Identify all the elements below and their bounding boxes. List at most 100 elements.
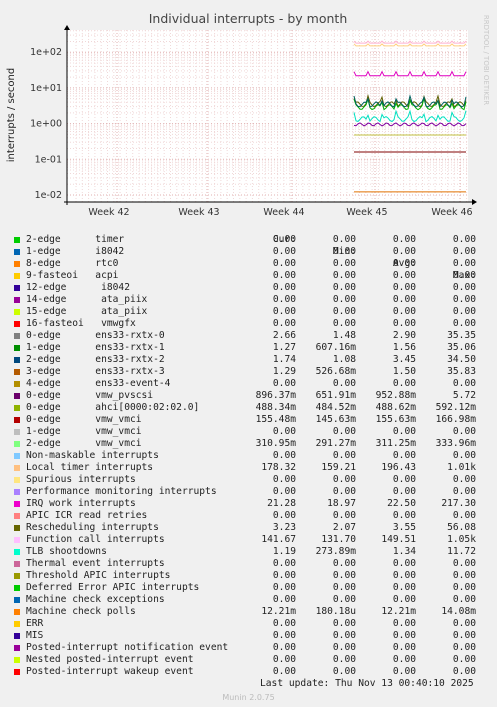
legend-max: 56.08 <box>447 522 476 533</box>
legend-max: 35.83 <box>447 366 476 377</box>
legend: Cur: Min: Avg: Max: 2-edge timer 0.00 0.00… <box>0 222 497 678</box>
legend-row: 1-edge i8042 0.00 0.00 0.00 0.00 <box>0 246 497 258</box>
legend-max: 0.00 <box>452 582 476 593</box>
legend-swatch <box>14 657 20 663</box>
legend-max: 0.00 <box>452 642 476 653</box>
legend-row: 1-edge ens33-rxtx-1 1.27 607.16m 1.56 35.06 <box>0 342 497 354</box>
legend-label: Spurious interrupts <box>26 474 136 485</box>
legend-max: 0.00 <box>452 450 476 461</box>
legend-label: 9-fasteoi acpi <box>26 270 119 281</box>
legend-label: 2-edge ens33-rxtx-2 <box>26 354 165 365</box>
legend-row: 14-edge ata_piix 0.00 0.00 0.00 0.00 <box>0 294 497 306</box>
legend-max: 0.00 <box>452 570 476 581</box>
chart-title: Individual interrupts - by month <box>149 11 348 26</box>
legend-swatch <box>14 333 20 339</box>
legend-swatch <box>14 585 20 591</box>
legend-max: 5.72 <box>452 390 476 401</box>
legend-max: 0.00 <box>452 558 476 569</box>
legend-row: Posted-interrupt wakeup event 0.00 0.00 0.0… <box>0 666 497 678</box>
legend-label: 3-edge ens33-rxtx-3 <box>26 366 165 377</box>
legend-swatch <box>14 609 20 615</box>
legend-row: Performance monitoring interrupts 0.00 0.0… <box>0 486 497 498</box>
legend-row: 15-edge ata_piix 0.00 0.00 0.00 0.00 <box>0 306 497 318</box>
legend-label: Thermal event interrupts <box>26 558 165 569</box>
legend-swatch <box>14 309 20 315</box>
legend-max: 166.98m <box>435 414 476 425</box>
legend-row: MIS 0.00 0.00 0.00 0.00 <box>0 630 497 642</box>
legend-row: APIC ICR read retries 0.00 0.00 0.00 0.00 <box>0 510 497 522</box>
legend-row: 0-edge vmw_vmci 155.48m 145.63m 155.63m 166.… <box>0 414 497 426</box>
legend-swatch <box>14 621 20 627</box>
legend-max: 0.00 <box>452 378 476 389</box>
legend-max: 0.00 <box>452 282 476 293</box>
y-tick-label: 1e+00 <box>30 119 62 130</box>
legend-swatch <box>14 513 20 519</box>
legend-row: Thermal event interrupts 0.00 0.00 0.00 0.00 <box>0 558 497 570</box>
last-update: Last update: Thu Nov 13 00:40:10 2025 <box>260 678 474 689</box>
legend-max: 35.35 <box>447 330 476 341</box>
x-tick-label: Week 43 <box>178 207 219 218</box>
legend-label: 0-edge vmw_vmci <box>26 414 142 425</box>
legend-row: Deferred Error APIC interrupts 0.00 0.00 0.… <box>0 582 497 594</box>
legend-swatch <box>14 297 20 303</box>
x-tick-label: Week 44 <box>263 207 304 218</box>
legend-max: 0.00 <box>452 486 476 497</box>
legend-swatch <box>14 537 20 543</box>
legend-label: TLB shootdowns <box>26 546 107 557</box>
legend-max: 0.00 <box>452 666 476 677</box>
chart: 1e-02 1e-01 1e+00 1e+01 1e+02 Week 42 Week 43… <box>6 11 490 218</box>
legend-label: Function call interrupts <box>26 534 165 545</box>
legend-label: APIC ICR read retries <box>26 510 148 521</box>
legend-swatch <box>14 321 20 327</box>
legend-max: 0.00 <box>452 246 476 257</box>
legend-max: 0.00 <box>452 270 476 281</box>
legend-label: ERR <box>26 618 44 629</box>
legend-label: IRQ work interrupts <box>26 498 136 509</box>
legend-swatch <box>14 573 20 579</box>
legend-label: Posted-interrupt wakeup event <box>26 666 194 677</box>
legend-label: 0-edge ahci[0000:02:02.0] <box>26 402 200 413</box>
legend-max: 0.00 <box>452 258 476 269</box>
legend-label: MIS <box>26 630 44 641</box>
legend-row: TLB shootdowns 1.19 273.89m 1.34 11.72 <box>0 546 497 558</box>
legend-row: Function call interrupts 141.67 131.70 149.… <box>0 534 497 546</box>
legend-swatch <box>14 369 20 375</box>
legend-max: 0.00 <box>452 630 476 641</box>
legend-label: Local timer interrupts <box>26 462 154 473</box>
legend-row: 3-edge ens33-rxtx-3 1.29 526.68m 1.50 35.83 <box>0 366 497 378</box>
legend-row: Nested posted-interrupt event 0.00 0.00 0.0… <box>0 654 497 666</box>
watermark: RRDTOOL / TOBI OETIKER <box>482 15 490 105</box>
legend-label: 1-edge ens33-rxtx-1 <box>26 342 165 353</box>
legend-row: 12-edge i8042 0.00 0.00 0.00 0.00 <box>0 282 497 294</box>
y-tick-labels: 1e-02 1e-01 1e+00 1e+01 1e+02 <box>30 47 62 201</box>
legend-row: 0-edge ahci[0000:02:02.0] 488.34m 484.52m 4… <box>0 402 497 414</box>
legend-label: Non-maskable interrupts <box>26 450 159 461</box>
legend-row: 0-edge vmw_pvscsi 896.37m 651.91m 952.88m 5.… <box>0 390 497 402</box>
y-tick-label: 1e+01 <box>30 83 62 94</box>
munin-version: Munin 2.0.75 <box>222 693 275 702</box>
legend-swatch <box>14 477 20 483</box>
legend-label: Deferred Error APIC interrupts <box>26 582 200 593</box>
legend-max: 217.30 <box>441 498 476 509</box>
legend-swatch <box>14 417 20 423</box>
legend-label: 2-edge vmw_vmci <box>26 438 142 449</box>
legend-rows: 2-edge timer 0.00 0.00 0.00 0.00 1-edge i8042… <box>0 234 497 678</box>
x-tick-label: Week 46 <box>431 207 472 218</box>
legend-swatch <box>14 393 20 399</box>
legend-label: 1-edge i8042 <box>26 246 125 257</box>
legend-label: Nested posted-interrupt event <box>26 654 194 665</box>
legend-header: Cur: Min: Avg: Max: <box>0 222 497 281</box>
legend-swatch <box>14 261 20 267</box>
legend-max: 0.00 <box>452 318 476 329</box>
legend-max: 0.00 <box>452 294 476 305</box>
legend-row: 16-fasteoi vmwgfx 0.00 0.00 0.00 0.00 <box>0 318 497 330</box>
legend-swatch <box>14 285 20 291</box>
legend-max: 1.05k <box>447 534 476 545</box>
legend-row: 2-edge vmw_vmci 310.95m 291.27m 311.25m 333.… <box>0 438 497 450</box>
legend-max: 0.00 <box>452 510 476 521</box>
legend-max: 333.96m <box>435 438 476 449</box>
legend-label: 2-edge timer <box>26 234 125 245</box>
legend-label: 14-edge ata_piix <box>26 294 148 305</box>
legend-max: 0.00 <box>452 654 476 665</box>
legend-max: 0.00 <box>452 306 476 317</box>
